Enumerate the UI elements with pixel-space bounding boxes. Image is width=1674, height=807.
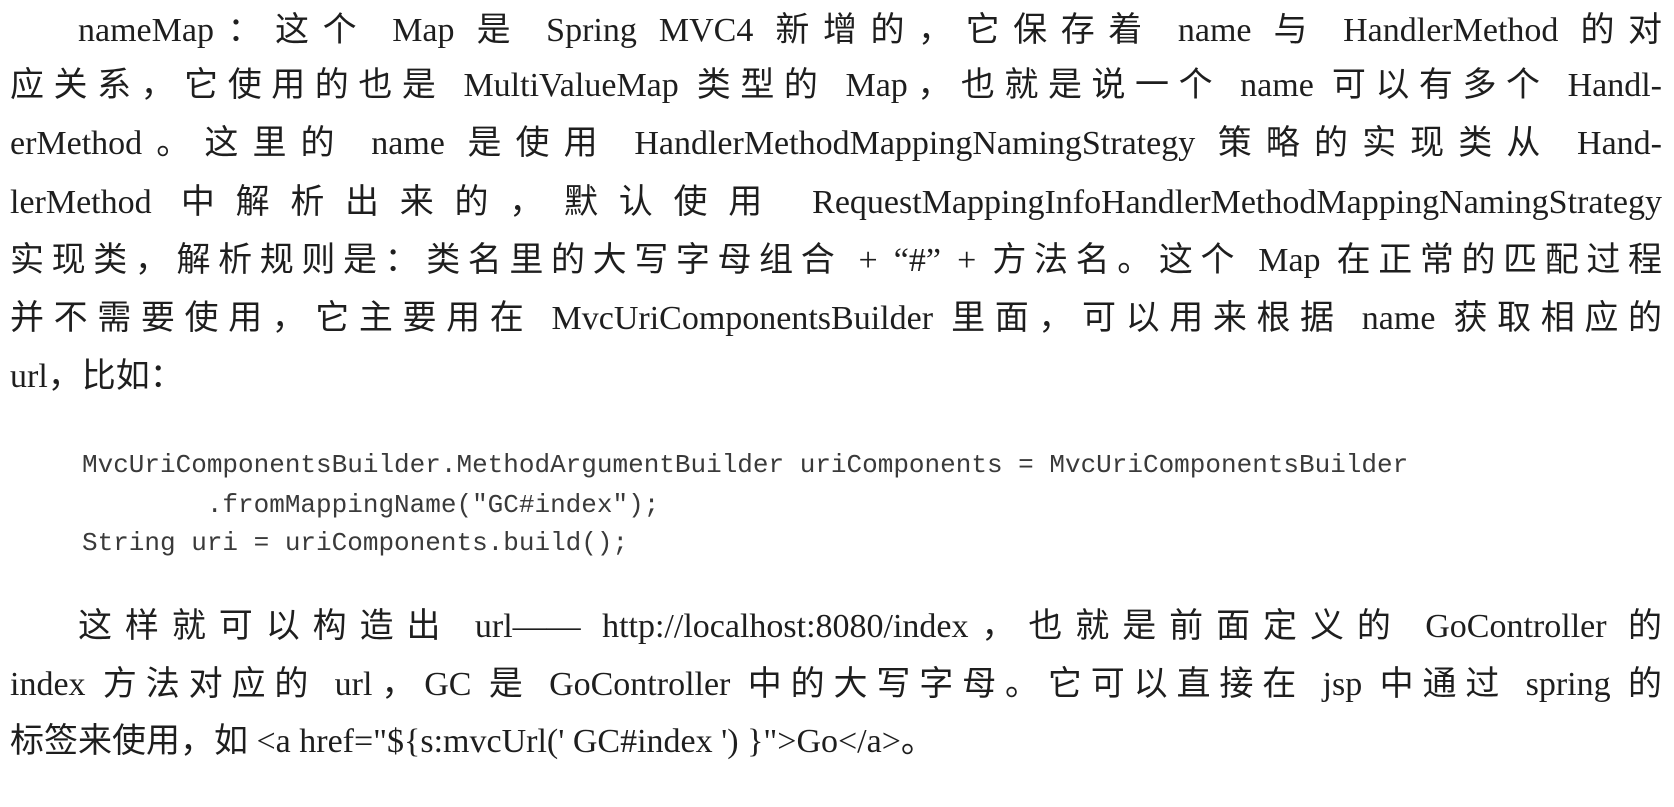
document-page: nameMap：这个 Map 是 Spring MVC4 新增的，它保存着 na… [0, 0, 1674, 807]
paragraph-2-line-2: index 方法对应的 url，GC 是 GoController 中的大写字母… [10, 666, 1662, 703]
paragraph-1-line-3: erMethod。这里的 name 是使用 HandlerMethodMappi… [10, 125, 1662, 162]
paragraph-2-line-3: 标签来使用，如 <a href="${s:mvcUrl(' GC#index '… [10, 723, 935, 760]
paragraph-1-line-2: 应关系，它使用的也是 MultiValueMap 类型的 Map，也就是说一个 … [10, 67, 1662, 104]
code-line-3: String uri = uriComponents.build(); [82, 528, 629, 558]
paragraph-1-line-7: url，比如： [10, 358, 184, 395]
paragraph-1-line-5: 实现类，解析规则是：类名里的大写字母组合 + “#” + 方法名。这个 Map … [10, 242, 1662, 279]
paragraph-1-line-1: nameMap：这个 Map 是 Spring MVC4 新增的，它保存着 na… [78, 12, 1662, 49]
paragraph-1-line-6: 并不需要使用，它主要用在 MvcUriComponentsBuilder 里面，… [10, 300, 1662, 337]
code-line-1: MvcUriComponentsBuilder.MethodArgumentBu… [82, 450, 1409, 480]
paragraph-1-line-4: lerMethod 中解析出来的，默认使用 RequestMappingInfo… [10, 184, 1662, 221]
code-line-2: .fromMappingName("GC#index"); [82, 490, 660, 520]
paragraph-2-line-1: 这样就可以构造出 url—— http://localhost:8080/ind… [78, 608, 1662, 645]
